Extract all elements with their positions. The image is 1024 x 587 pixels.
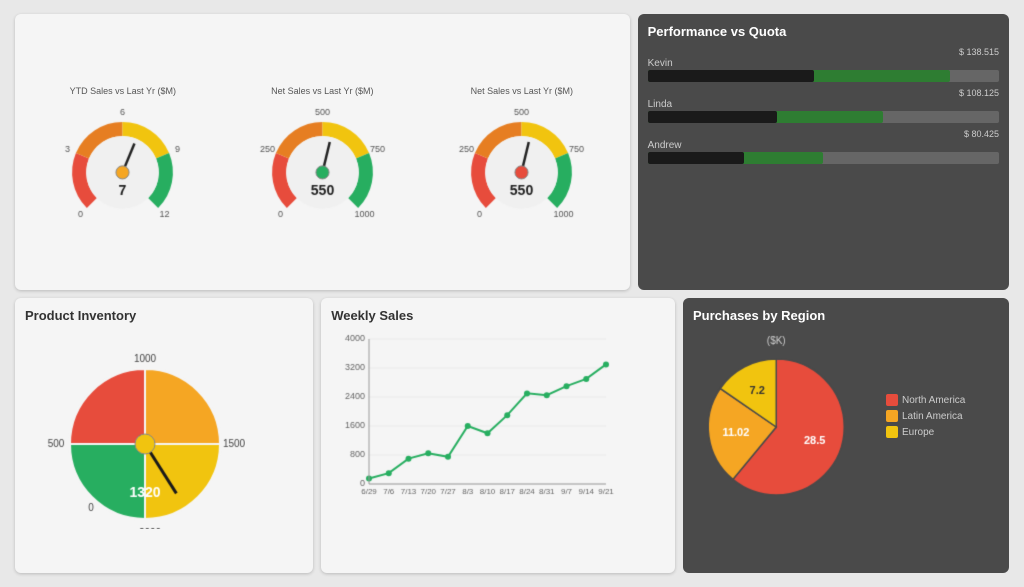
region-canvas (693, 329, 878, 504)
top-row: YTD Sales vs Last Yr ($M) Net Sales vs L… (15, 14, 1009, 290)
perf-value-linda: $ 108.125 (648, 88, 999, 98)
perf-row-linda: $ 108.125Linda (648, 88, 999, 123)
inventory-title: Product Inventory (25, 308, 303, 323)
gauge-1-canvas (45, 98, 200, 218)
region-card: Purchases by Region North America Latin A… (683, 298, 1009, 574)
inventory-card: Product Inventory (15, 298, 313, 574)
gauges-card: YTD Sales vs Last Yr ($M) Net Sales vs L… (15, 14, 630, 290)
legend-label-north-america: North America (902, 395, 965, 406)
legend-label-latin-america: Latin America (902, 411, 963, 422)
performance-card: Performance vs Quota $ 138.515Kevin $ 108… (638, 14, 1009, 290)
legend-label-europe: Europe (902, 427, 934, 438)
gauge-3-container: Net Sales vs Last Yr ($M) (424, 86, 620, 218)
perf-value-kevin: $ 138.515 (648, 47, 999, 57)
gauge-3-label: Net Sales vs Last Yr ($M) (471, 86, 573, 96)
perf-name-linda: Linda (648, 99, 999, 110)
bottom-row: Product Inventory Weekly Sales Purchases… (15, 298, 1009, 574)
dashboard: YTD Sales vs Last Yr ($M) Net Sales vs L… (7, 6, 1017, 581)
gauge-2-container: Net Sales vs Last Yr ($M) (225, 86, 421, 218)
perf-value-andrew: $ 80.425 (648, 129, 999, 139)
perf-bar-bg-andrew (648, 152, 999, 164)
inventory-canvas (25, 329, 245, 529)
region-title: Purchases by Region (693, 308, 999, 323)
legend-item-north-america: North America (886, 394, 965, 406)
region-legend: North America Latin America Europe (886, 394, 965, 438)
weekly-canvas (331, 329, 621, 524)
perf-row-kevin: $ 138.515Kevin (648, 47, 999, 82)
gauge-2-canvas (245, 98, 400, 218)
perf-row-andrew: $ 80.425Andrew (648, 129, 999, 164)
perf-bar-actual-linda (648, 111, 777, 123)
perf-bar-bg-kevin (648, 70, 999, 82)
legend-dot-europe (886, 426, 898, 438)
performance-bars: $ 138.515Kevin $ 108.125Linda $ 80.425Andr… (648, 47, 999, 164)
gauge-1-label: YTD Sales vs Last Yr ($M) (70, 86, 176, 96)
perf-name-kevin: Kevin (648, 58, 999, 69)
legend-item-latin-america: Latin America (886, 410, 965, 422)
gauge-1-container: YTD Sales vs Last Yr ($M) (25, 86, 221, 218)
gauge-2-label: Net Sales vs Last Yr ($M) (271, 86, 373, 96)
perf-bar-actual-andrew (648, 152, 745, 164)
performance-title: Performance vs Quota (648, 24, 999, 39)
legend-item-europe: Europe (886, 426, 965, 438)
gauge-3-canvas (444, 98, 599, 218)
weekly-card: Weekly Sales (321, 298, 675, 574)
legend-dot-north-america (886, 394, 898, 406)
weekly-title: Weekly Sales (331, 308, 665, 323)
legend-dot-latin-america (886, 410, 898, 422)
perf-name-andrew: Andrew (648, 140, 999, 151)
perf-bar-bg-linda (648, 111, 999, 123)
perf-bar-actual-kevin (648, 70, 814, 82)
